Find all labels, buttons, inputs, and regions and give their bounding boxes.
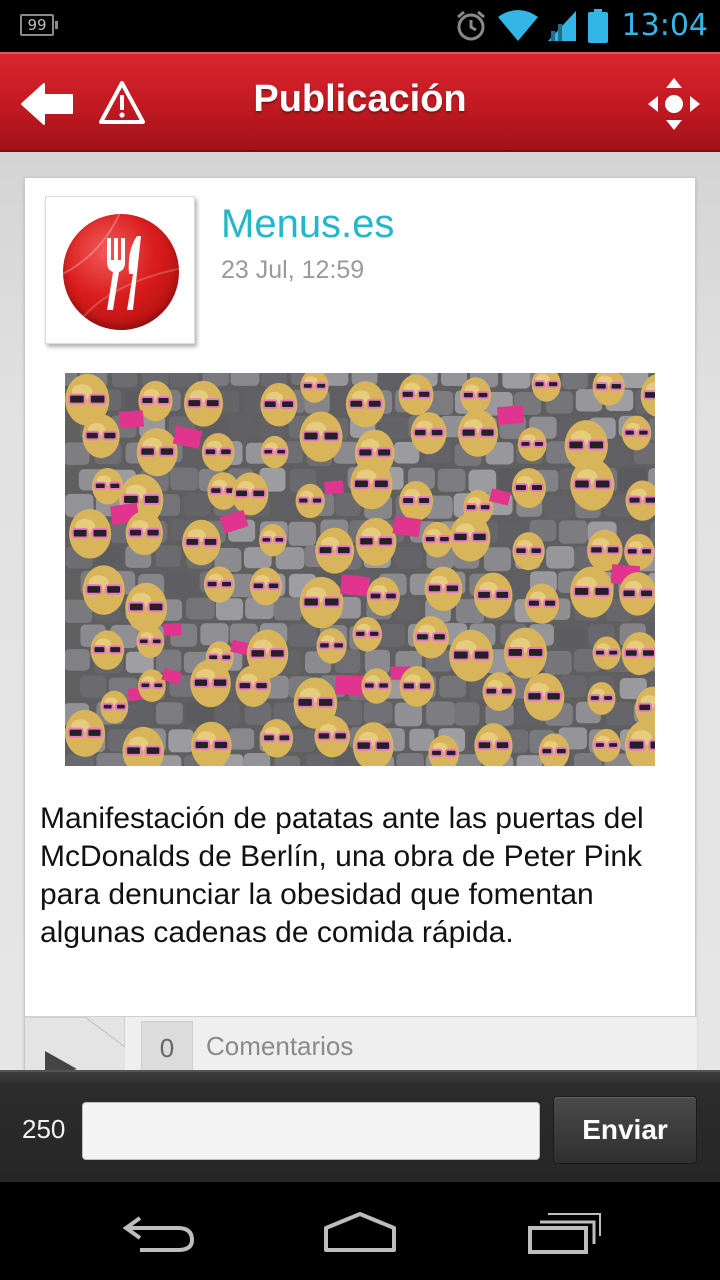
signal-icon — [548, 11, 576, 41]
alarm-icon — [457, 10, 485, 41]
post-date: 23 Jul, 12:59 — [221, 256, 365, 284]
recent-apps-icon[interactable] — [524, 1210, 604, 1254]
fork-knife-icon — [63, 214, 179, 330]
comment-input[interactable] — [82, 1102, 540, 1160]
post-text: Manifestación de patatas ante las puerta… — [40, 802, 644, 949]
battery-level-text: 99 — [27, 16, 47, 34]
home-icon[interactable] — [320, 1210, 400, 1254]
back-icon[interactable] — [120, 1210, 200, 1254]
comments-bar[interactable]: 0 Comentarios — [25, 1016, 697, 1070]
author-name-link[interactable]: Menus.es — [221, 202, 394, 247]
battery-full-icon — [588, 9, 608, 43]
status-bar: 99 13:04 — [0, 0, 720, 52]
avatar-badge — [63, 214, 179, 330]
share-tab[interactable] — [25, 1016, 126, 1070]
status-icons — [454, 8, 608, 44]
triangle-corner-icon — [25, 1016, 126, 1070]
avatar[interactable] — [45, 196, 195, 344]
post-content-area[interactable]: Menus.es 23 Jul, 12:59 Manifestación de … — [0, 152, 720, 1070]
clock: 13:04 — [621, 8, 708, 43]
send-button[interactable]: Enviar — [553, 1096, 697, 1164]
action-bar: Publicación — [0, 52, 720, 152]
comment-count: 0 — [141, 1021, 193, 1070]
char-counter: 250 — [22, 1114, 66, 1144]
post-card: Menus.es 23 Jul, 12:59 Manifestación de … — [24, 177, 697, 1070]
system-nav-bar — [0, 1182, 720, 1280]
post-image[interactable] — [65, 373, 655, 766]
page-title: Publicación — [253, 78, 467, 120]
battery-level-indicator: 99 — [20, 14, 58, 36]
wifi-icon — [498, 10, 538, 41]
comment-composer: 250 Enviar — [0, 1070, 720, 1182]
photo-potatoes-sunglasses — [65, 373, 655, 766]
comments-label[interactable]: Comentarios — [206, 1031, 353, 1062]
navigation-icon[interactable] — [646, 76, 702, 132]
